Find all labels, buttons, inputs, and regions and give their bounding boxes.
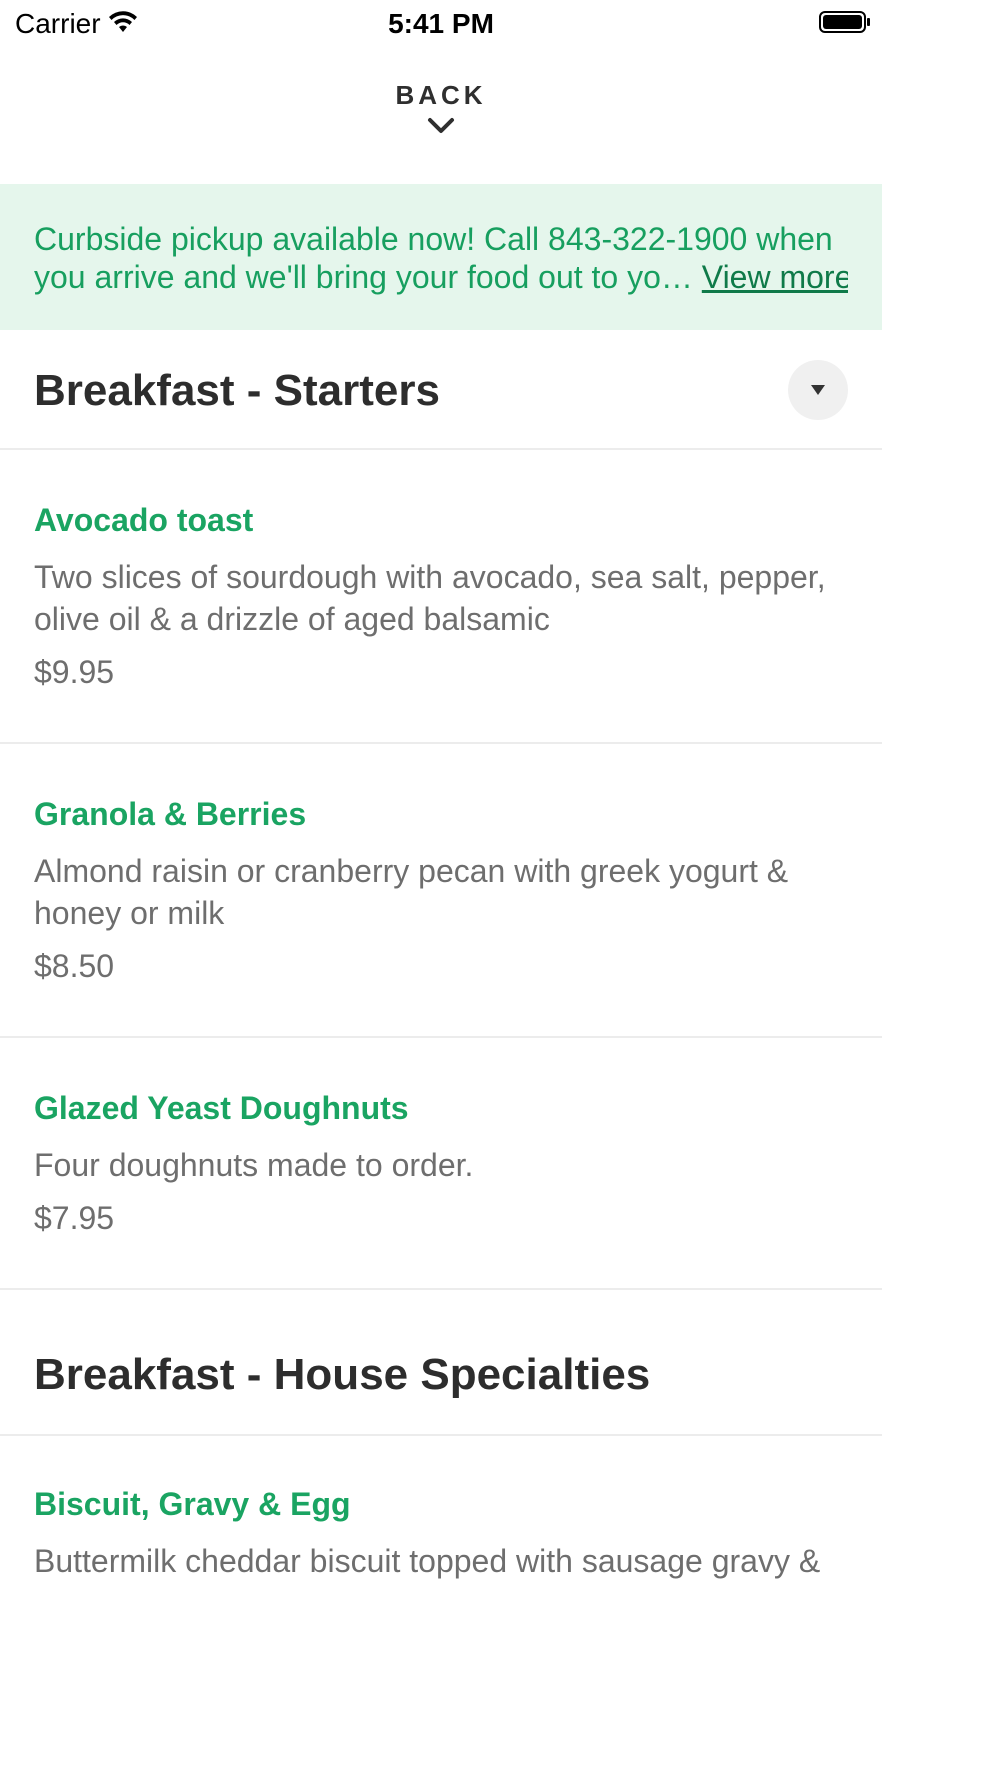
back-label: BACK	[395, 80, 487, 110]
status-bar: Carrier 5:41 PM	[0, 0, 882, 50]
menu-item[interactable]: Avocado toast Two slices of sourdough wi…	[0, 450, 882, 744]
item-description: Four doughnuts made to order.	[34, 1147, 474, 1183]
section-title: Breakfast - Starters	[34, 366, 440, 415]
banner-line-1: Curbside pickup available now! Call 843-…	[34, 221, 833, 257]
section-header: Breakfast - Starters	[0, 330, 882, 450]
section-toggle-button[interactable]	[788, 360, 848, 420]
item-price: $7.95	[34, 1200, 115, 1236]
curbside-banner: Curbside pickup available now! Call 843-…	[0, 184, 882, 330]
item-name: Granola & Berries	[34, 796, 307, 832]
clock: 5:41 PM	[388, 8, 494, 39]
chevron-down-icon	[428, 118, 454, 133]
battery-icon	[819, 11, 870, 33]
item-description: Two slices of sourdough with avocado, se…	[34, 559, 826, 637]
item-description: Buttermilk cheddar biscuit topped with s…	[34, 1543, 821, 1579]
view-more-link[interactable]: View more	[702, 259, 848, 295]
back-button[interactable]: BACK	[0, 80, 882, 160]
item-name: Avocado toast	[34, 502, 254, 538]
item-price: $8.50	[34, 948, 115, 984]
banner-line-2-text: you arrive and we'll bring your food out…	[34, 259, 693, 295]
section-title: Breakfast - House Specialties	[34, 1350, 651, 1399]
section-header: Breakfast - House Specialties	[0, 1290, 882, 1436]
item-name: Glazed Yeast Doughnuts	[34, 1090, 409, 1126]
item-price: $9.95	[34, 654, 115, 690]
menu-item[interactable]: Biscuit, Gravy & Egg Buttermilk cheddar …	[0, 1436, 882, 1778]
item-description: Almond raisin or cranberry pecan with gr…	[34, 853, 789, 931]
item-name: Biscuit, Gravy & Egg	[34, 1486, 351, 1522]
banner-line-2: you arrive and we'll bring your food out…	[34, 258, 848, 296]
caret-down-icon	[811, 385, 825, 395]
menu-item[interactable]: Granola & Berries Almond raisin or cranb…	[0, 744, 882, 1038]
menu-screen: Carrier 5:41 PM BACK Curbside pickup ava…	[0, 0, 882, 1778]
banner-text: Curbside pickup available now! Call 843-…	[34, 220, 848, 296]
menu-item[interactable]: Glazed Yeast Doughnuts Four doughnuts ma…	[0, 1038, 882, 1290]
